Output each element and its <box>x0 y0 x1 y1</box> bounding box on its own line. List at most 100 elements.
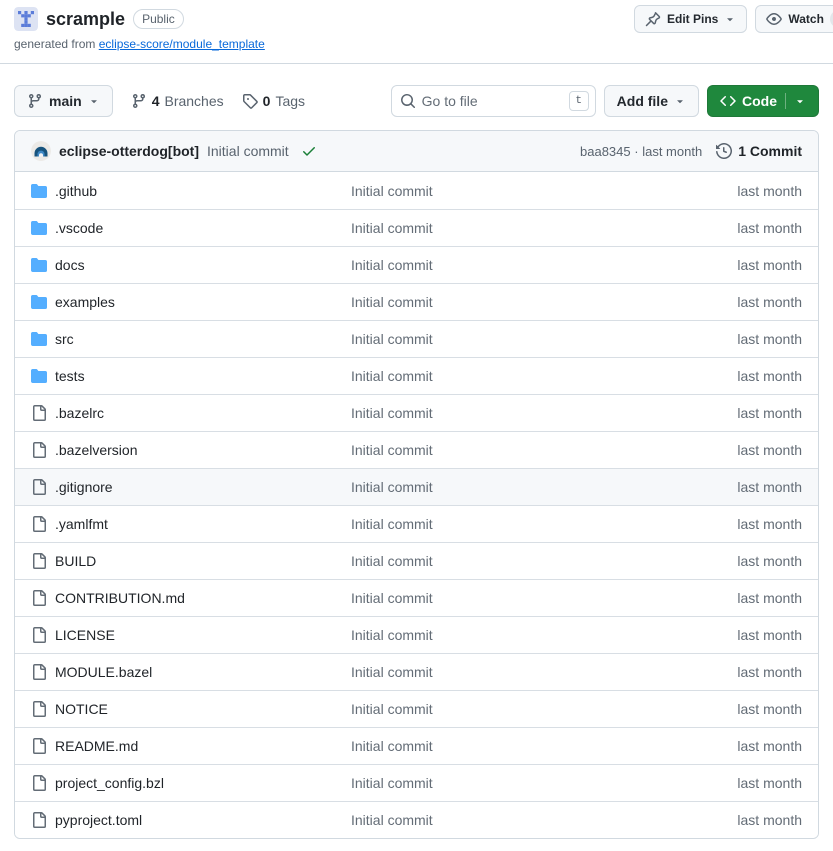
table-row[interactable]: docs Initial commit last month <box>15 246 818 283</box>
commit-count-label: 1 Commit <box>738 143 802 159</box>
commit-author-avatar[interactable] <box>31 141 51 161</box>
row-commit-message-link[interactable]: Initial commit <box>351 738 433 754</box>
branches-label: Branches <box>164 93 223 109</box>
watch-button[interactable]: Watch 1 <box>755 5 833 33</box>
file-name-link[interactable]: NOTICE <box>55 701 108 717</box>
row-commit-message-link[interactable]: Initial commit <box>351 183 433 199</box>
file-name-link[interactable]: .gitignore <box>55 479 113 495</box>
file-name-link[interactable]: LICENSE <box>55 627 115 643</box>
file-name-link[interactable]: .yamlfmt <box>55 516 108 532</box>
folder-icon <box>31 294 47 310</box>
repo-name-link[interactable]: scrample <box>46 9 125 30</box>
row-commit-message-link[interactable]: Initial commit <box>351 405 433 421</box>
row-commit-message-link[interactable]: Initial commit <box>351 627 433 643</box>
row-commit-message-link[interactable]: Initial commit <box>351 775 433 791</box>
file-name-link[interactable]: project_config.bzl <box>55 775 164 791</box>
table-row[interactable]: LICENSE Initial commit last month <box>15 616 818 653</box>
file-name-link[interactable]: MODULE.bazel <box>55 664 152 680</box>
row-commit-message-link[interactable]: Initial commit <box>351 368 433 384</box>
row-commit-message-link[interactable]: Initial commit <box>351 553 433 569</box>
row-commit-message-link[interactable]: Initial commit <box>351 812 433 828</box>
tags-link[interactable]: 0 Tags <box>242 93 305 109</box>
file-name-link[interactable]: .bazelversion <box>55 442 138 458</box>
row-commit-message-link[interactable]: Initial commit <box>351 664 433 680</box>
chevron-down-icon <box>794 95 806 107</box>
file-name-link[interactable]: tests <box>55 368 85 384</box>
file-name-link[interactable]: BUILD <box>55 553 96 569</box>
commit-author-link[interactable]: eclipse-otterdog[bot] <box>59 143 199 159</box>
table-row[interactable]: BUILD Initial commit last month <box>15 542 818 579</box>
add-file-button[interactable]: Add file <box>604 85 699 117</box>
check-icon[interactable] <box>301 143 317 159</box>
file-name-link[interactable]: README.md <box>55 738 138 754</box>
code-icon <box>720 93 736 109</box>
file-table: eclipse-otterdog[bot] Initial commit baa… <box>14 130 819 839</box>
search-icon <box>400 93 416 109</box>
table-row[interactable]: .vscode Initial commit last month <box>15 209 818 246</box>
watch-label: Watch <box>788 12 824 26</box>
commit-message-link[interactable]: Initial commit <box>207 143 289 159</box>
row-commit-message-link[interactable]: Initial commit <box>351 220 433 236</box>
search-input[interactable] <box>422 93 563 109</box>
row-commit-date: last month <box>737 627 802 643</box>
file-name-link[interactable]: docs <box>55 257 85 273</box>
folder-icon <box>31 257 47 273</box>
table-row[interactable]: .gitignore Initial commit last month <box>15 468 818 505</box>
edit-pins-button[interactable]: Edit Pins <box>634 5 747 33</box>
repo-toolbar: main 4 Branches 0 Tags t Add fi <box>14 85 819 117</box>
current-branch-label: main <box>49 93 82 109</box>
row-commit-message-link[interactable]: Initial commit <box>351 257 433 273</box>
file-name-link[interactable]: .bazelrc <box>55 405 104 421</box>
branches-link[interactable]: 4 Branches <box>131 93 224 109</box>
table-row[interactable]: tests Initial commit last month <box>15 357 818 394</box>
add-file-label: Add file <box>617 93 668 109</box>
row-commit-date: last month <box>737 701 802 717</box>
file-name-link[interactable]: CONTRIBUTION.md <box>55 590 185 606</box>
row-commit-date: last month <box>737 738 802 754</box>
table-row[interactable]: src Initial commit last month <box>15 320 818 357</box>
chevron-down-icon <box>674 95 686 107</box>
row-commit-date: last month <box>737 442 802 458</box>
row-commit-message-link[interactable]: Initial commit <box>351 331 433 347</box>
chevron-down-icon <box>88 95 100 107</box>
table-row[interactable]: .github Initial commit last month <box>15 172 818 209</box>
file-name-link[interactable]: examples <box>55 294 115 310</box>
file-icon <box>31 516 47 532</box>
row-commit-message-link[interactable]: Initial commit <box>351 442 433 458</box>
row-commit-message-link[interactable]: Initial commit <box>351 701 433 717</box>
file-name-link[interactable]: src <box>55 331 74 347</box>
go-to-file-search[interactable]: t <box>391 85 596 117</box>
table-row[interactable]: .bazelrc Initial commit last month <box>15 394 818 431</box>
file-name-link[interactable]: .github <box>55 183 97 199</box>
table-row[interactable]: README.md Initial commit last month <box>15 727 818 764</box>
file-name-link[interactable]: pyproject.toml <box>55 812 142 828</box>
template-repo-link[interactable]: eclipse-score/module_template <box>99 37 265 51</box>
folder-icon <box>31 368 47 384</box>
table-row[interactable]: pyproject.toml Initial commit last month <box>15 801 818 838</box>
branch-selector-button[interactable]: main <box>14 85 113 117</box>
commit-history-link[interactable]: 1 Commit <box>716 143 802 159</box>
table-row[interactable]: project_config.bzl Initial commit last m… <box>15 764 818 801</box>
row-commit-date: last month <box>737 220 802 236</box>
file-icon <box>31 479 47 495</box>
row-commit-date: last month <box>737 516 802 532</box>
file-name-link[interactable]: .vscode <box>55 220 103 236</box>
table-row[interactable]: examples Initial commit last month <box>15 283 818 320</box>
table-row[interactable]: NOTICE Initial commit last month <box>15 690 818 727</box>
table-row[interactable]: CONTRIBUTION.md Initial commit last mont… <box>15 579 818 616</box>
code-button[interactable]: Code <box>707 85 819 117</box>
table-row[interactable]: .yamlfmt Initial commit last month <box>15 505 818 542</box>
row-commit-message-link[interactable]: Initial commit <box>351 479 433 495</box>
row-commit-message-link[interactable]: Initial commit <box>351 294 433 310</box>
commit-sha-date-link[interactable]: baa8345 · last month <box>580 144 702 159</box>
visibility-badge: Public <box>133 9 184 29</box>
file-icon <box>31 627 47 643</box>
row-commit-date: last month <box>737 479 802 495</box>
table-row[interactable]: MODULE.bazel Initial commit last month <box>15 653 818 690</box>
file-list: .github Initial commit last month .vscod… <box>15 172 818 838</box>
row-commit-message-link[interactable]: Initial commit <box>351 590 433 606</box>
generated-from-text: generated from <box>14 37 95 51</box>
file-icon <box>31 775 47 791</box>
table-row[interactable]: .bazelversion Initial commit last month <box>15 431 818 468</box>
row-commit-message-link[interactable]: Initial commit <box>351 516 433 532</box>
